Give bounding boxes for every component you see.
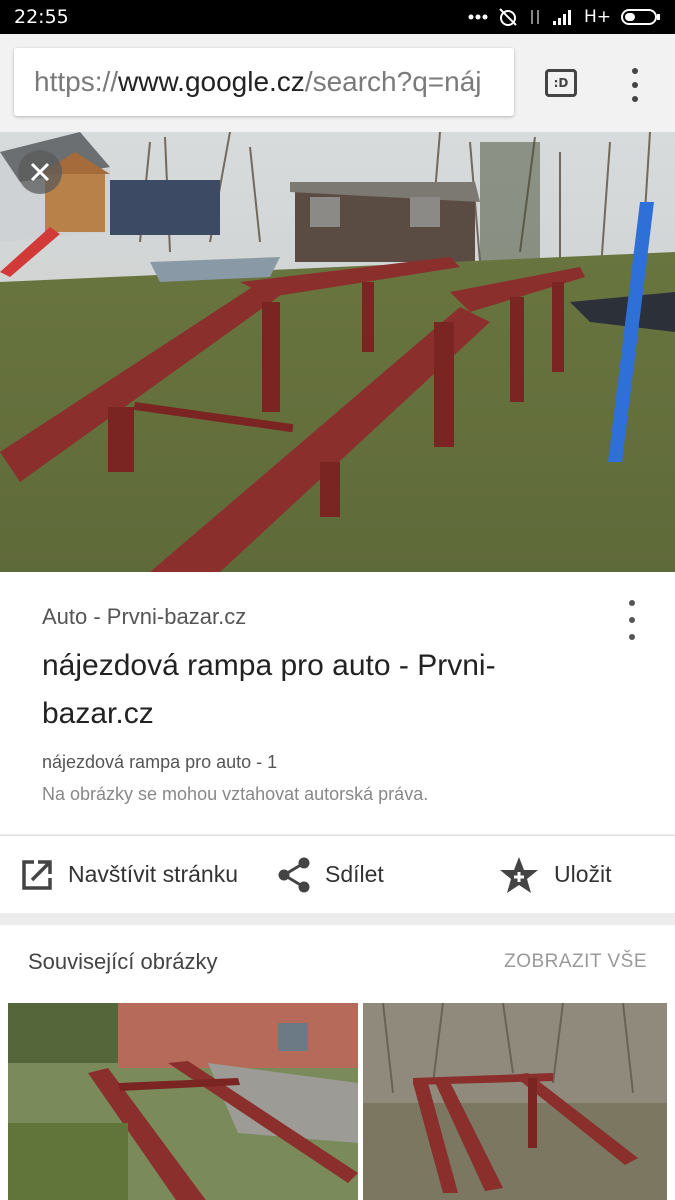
- share-label: Sdílet: [325, 861, 384, 887]
- save-label: Uložit: [554, 861, 612, 887]
- battery-icon: [621, 9, 660, 25]
- result-more-button[interactable]: [620, 600, 644, 640]
- network-type: H+: [583, 7, 611, 27]
- url-path: /search?q=náj: [304, 66, 482, 97]
- related-images-section: Související obrázky ZOBRAZIT VŠE: [0, 925, 675, 1200]
- result-title[interactable]: nájezdová rampa pro auto - Prvni-bazar.c…: [42, 642, 602, 738]
- browser-menu-button[interactable]: [622, 68, 648, 102]
- ramp-photo: [0, 132, 675, 572]
- show-all-button[interactable]: ZOBRAZIT VŠE: [504, 951, 647, 973]
- related-photo-2: [363, 1003, 667, 1200]
- close-image-button[interactable]: [18, 150, 62, 194]
- data-arrows-icon: [530, 10, 539, 24]
- browser-toolbar: https://www.google.cz/search?q=náj :D: [0, 34, 675, 132]
- open-in-new-icon: [22, 859, 52, 890]
- share-button[interactable]: Sdílet: [277, 836, 384, 914]
- main-result-image[interactable]: [0, 132, 675, 572]
- status-time: 22:55: [14, 6, 69, 28]
- visit-page-label: Navštívit stránku: [68, 861, 238, 887]
- related-images-title: Související obrázky: [28, 949, 218, 974]
- visit-page-button[interactable]: Navštívit stránku: [20, 836, 238, 914]
- copyright-notice: Na obrázky se mohou vztahovat autorská p…: [42, 784, 429, 804]
- result-description: nájezdová rampa pro auto - 1: [42, 752, 278, 772]
- related-photo-1: [8, 1003, 358, 1200]
- more-notifications-icon: [468, 14, 488, 20]
- share-icon: [278, 857, 310, 892]
- signal-icon: [552, 10, 571, 25]
- url-prefix: https://: [34, 66, 119, 97]
- related-image-2[interactable]: [363, 1003, 667, 1200]
- tab-switcher-button[interactable]: :D: [545, 69, 577, 97]
- url-bar[interactable]: https://www.google.cz/search?q=náj: [14, 48, 514, 116]
- action-bar: Navštívit stránku Sdílet Uložit: [0, 835, 675, 913]
- star-plus-icon: [500, 856, 538, 893]
- save-button[interactable]: Uložit: [498, 836, 612, 914]
- url-host: www.google.cz: [118, 66, 305, 97]
- related-image-1[interactable]: [8, 1003, 358, 1200]
- alarm-off-icon: [499, 8, 517, 26]
- close-icon: [30, 162, 50, 182]
- result-info-card: Auto - Prvni-bazar.cz nájezdová rampa pr…: [0, 572, 675, 834]
- result-source: Auto - Prvni-bazar.cz: [42, 604, 247, 629]
- status-bar: 22:55 H+: [0, 0, 675, 34]
